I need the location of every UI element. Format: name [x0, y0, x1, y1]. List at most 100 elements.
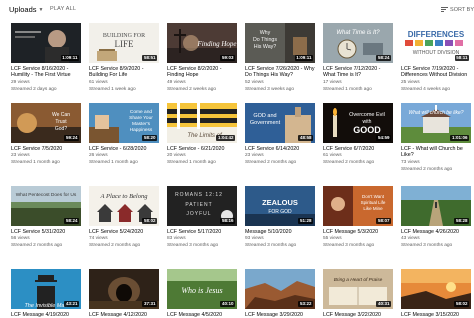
svg-text:God?: God?	[55, 126, 67, 132]
video-card[interactable]: 58:28 LCF Message 4/26/2020 43 views Stream…	[401, 186, 471, 249]
video-thumbnail[interactable]: Who is Jesus 40:10	[167, 269, 237, 309]
svg-text:Happiness: Happiness	[130, 127, 153, 133]
video-title[interactable]: LCF Message 4/19/2020	[11, 312, 81, 318]
video-card[interactable]: What Pentecost Does for Us 58:24 LCF Servi…	[11, 186, 81, 249]
video-thumbnail[interactable]: 37:31	[89, 269, 159, 309]
svg-text:The Invisible Man: The Invisible Man	[24, 303, 67, 309]
video-thumbnail[interactable]: Bring a Heart of Praise 40:31	[323, 269, 393, 309]
video-title[interactable]: LCF Message 3/15/2020	[401, 312, 471, 318]
video-thumbnail[interactable]: 1:09:11	[11, 23, 81, 63]
stream-age: Streamed 3 months ago	[401, 243, 453, 249]
video-title[interactable]: LCF Message 3/29/2020	[245, 312, 315, 318]
video-card[interactable]: Come and Share Your Master's Happiness 58:20…	[89, 103, 159, 166]
duration-badge: 40:10	[220, 301, 235, 307]
video-title[interactable]: LCF Message 4/26/2020	[401, 229, 471, 235]
video-thumbnail[interactable]: What will church be like? 1:01:06	[401, 103, 471, 143]
video-title[interactable]: LCF Service 5/17/2020	[167, 229, 237, 235]
svg-text:Who is Jesus: Who is Jesus	[181, 286, 222, 295]
view-count: 83 views	[167, 236, 186, 242]
video-thumbnail[interactable]: Finding Hope 59:03	[167, 23, 237, 63]
video-title[interactable]: LCF - What will Church be Like?	[401, 146, 471, 159]
video-card[interactable]: The Limits of... 1:04:42 LCF Service - 6/2…	[167, 103, 237, 166]
video-thumbnail[interactable]: A Place to Belong 58:02	[89, 186, 159, 226]
svg-text:Spiritual Life: Spiritual Life	[361, 200, 386, 205]
video-card[interactable]: Don't Want Spiritual Life Like Mine 58:07 LC…	[323, 186, 393, 249]
view-count: 26 views	[89, 153, 108, 159]
video-thumbnail[interactable]: Overcome Evil with GOOD 54:59	[323, 103, 393, 143]
video-card[interactable]: ROMANS 12:12 PATIENT JOYFUL 58:16 LCF Servic…	[167, 186, 237, 249]
video-title[interactable]: LCF Service 5/31/2020	[11, 229, 81, 235]
video-thumbnail[interactable]: 58:02	[401, 269, 471, 309]
view-count: 17 views	[323, 79, 342, 85]
video-title[interactable]: Message 5/10/2020	[245, 229, 315, 235]
video-title[interactable]: LCF Message 4/5/2020	[167, 312, 237, 318]
duration-badge: 37:31	[142, 301, 157, 307]
video-thumbnail[interactable]: ZEALOUS FOR GOD 51:28	[245, 186, 315, 226]
view-count: 52 views	[245, 79, 264, 85]
video-title[interactable]: LCF Message 3/22/2020	[323, 312, 393, 318]
video-card[interactable]: 1:09:11 LCF Service 8/16/2020 - Humility …	[11, 23, 81, 93]
svg-text:DIFFERENCES: DIFFERENCES	[408, 30, 465, 39]
view-count: 56 views	[11, 236, 30, 242]
video-thumbnail[interactable]: What Time is It? 58:24	[323, 23, 393, 63]
sort-icon	[441, 6, 449, 13]
view-count: 20 views	[167, 153, 186, 159]
video-card[interactable]: Who is Jesus 40:10 LCF Message 4/5/2020	[167, 269, 237, 318]
video-title[interactable]: LCF Service 8/16/2020 - Humility - The F…	[11, 66, 81, 79]
video-card[interactable]: A Place to Belong 58:02 LCF Service 5/24/2…	[89, 186, 159, 249]
play-all-button[interactable]: PLAY ALL	[50, 6, 76, 12]
video-card[interactable]: The Invisible Man 43:21 LCF Message 4/19/2…	[11, 269, 81, 318]
video-card[interactable]: Finding Hope 59:03 LCF Service 8/2/2020 - …	[167, 23, 237, 93]
video-thumbnail[interactable]: DIFFERENCES WITHOUT DIVISION 58:11	[401, 23, 471, 63]
video-thumbnail[interactable]: The Limits of... 1:04:42	[167, 103, 237, 143]
video-title[interactable]: LCF Service - 6/28/2020	[89, 146, 159, 152]
video-title[interactable]: LCF Message 5/3/2020	[323, 229, 393, 235]
video-title[interactable]: LCF Service 7/5/2020	[11, 146, 81, 152]
video-thumbnail[interactable]: Don't Want Spiritual Life Like Mine 58:07	[323, 186, 393, 226]
video-thumbnail[interactable]: What Pentecost Does for Us 58:24	[11, 186, 81, 226]
video-thumbnail[interactable]: The Invisible Man 43:21	[11, 269, 81, 309]
video-card[interactable]: Bring a Heart of Praise 40:31 LCF Message …	[323, 269, 393, 318]
video-title[interactable]: LCF Message 4/12/2020	[89, 312, 159, 318]
duration-badge: 58:20	[142, 135, 157, 141]
video-card[interactable]: What will church be like? 1:01:06 LCF - Wh…	[401, 103, 471, 173]
svg-text:What will church be like?: What will church be like?	[408, 110, 463, 116]
video-card[interactable]: 37:31 LCF Message 4/12/2020	[89, 269, 159, 318]
video-card[interactable]: Why Do Things His Way? 1:09:11 LCF Service 7…	[245, 23, 315, 93]
video-thumbnail[interactable]: 58:28	[401, 186, 471, 226]
video-card[interactable]: 58:02 LCF Message 3/15/2020	[401, 269, 471, 318]
video-card[interactable]: What Time is It? 58:24 LCF Service 7/12/20…	[323, 23, 393, 93]
duration-badge: 58:24	[376, 55, 391, 61]
video-card[interactable]: BUILDING FOR LIFE 58:51 LCF Service 8/9/202…	[89, 23, 159, 93]
duration-badge: 58:51	[142, 55, 157, 61]
video-title[interactable]: LCF Service 8/2/2020 - Finding Hope	[167, 66, 237, 79]
stream-age: Streamed 1 month ago	[11, 160, 60, 166]
duration-badge: 54:59	[376, 135, 391, 141]
duration-badge: 58:02	[454, 301, 469, 307]
video-card[interactable]: We Can Trust God? 59:24 LCF Service 7/5/2020…	[11, 103, 81, 166]
video-card[interactable]: DIFFERENCES WITHOUT DIVISION 58:11 LCF Serv…	[401, 23, 471, 93]
video-title[interactable]: LCF Service 7/12/2020 - What Time is It?	[323, 66, 393, 79]
video-title[interactable]: LCF Service 5/24/2020	[89, 229, 159, 235]
video-card[interactable]: 53:22 LCF Message 3/29/2020	[245, 269, 315, 318]
video-thumbnail[interactable]: 53:22	[245, 269, 315, 309]
video-card[interactable]: Overcome Evil with GOOD 54:59 LCF Service 6/…	[323, 103, 393, 166]
video-thumbnail[interactable]: ROMANS 12:12 PATIENT JOYFUL 58:16	[167, 186, 237, 226]
video-card[interactable]: GOD and Government 48:58 LCF Service 6/14/2…	[245, 103, 315, 166]
video-title[interactable]: LCF Service - 6/21/2020	[167, 146, 237, 152]
duration-badge: 58:02	[142, 218, 157, 224]
sort-by-button[interactable]: SORT BY	[441, 6, 474, 13]
video-title[interactable]: LCF Service 6/7/2020	[323, 146, 393, 152]
video-thumbnail[interactable]: Why Do Things His Way? 1:09:11	[245, 23, 315, 63]
video-title[interactable]: LCF Service 8/9/2020 - Building For Life	[89, 66, 159, 79]
video-thumbnail[interactable]: GOD and Government 48:58	[245, 103, 315, 143]
video-thumbnail[interactable]: We Can Trust God? 59:24	[11, 103, 81, 143]
video-thumbnail[interactable]: Come and Share Your Master's Happiness 58:20	[89, 103, 159, 143]
video-title[interactable]: LCF Service 7/26/2020 - Why Do Things Hi…	[245, 66, 315, 79]
video-title[interactable]: LCF Service 7/19/2020 - Differences With…	[401, 66, 471, 79]
stream-age: Streamed 3 months ago	[167, 243, 219, 249]
video-card[interactable]: ZEALOUS FOR GOD 51:28 Message 5/10/2020 93 v…	[245, 186, 315, 249]
video-thumbnail[interactable]: BUILDING FOR LIFE 58:51	[89, 23, 159, 63]
video-title[interactable]: LCF Service 6/14/2020	[245, 146, 315, 152]
uploads-dropdown[interactable]: Uploads ▼	[9, 5, 43, 14]
